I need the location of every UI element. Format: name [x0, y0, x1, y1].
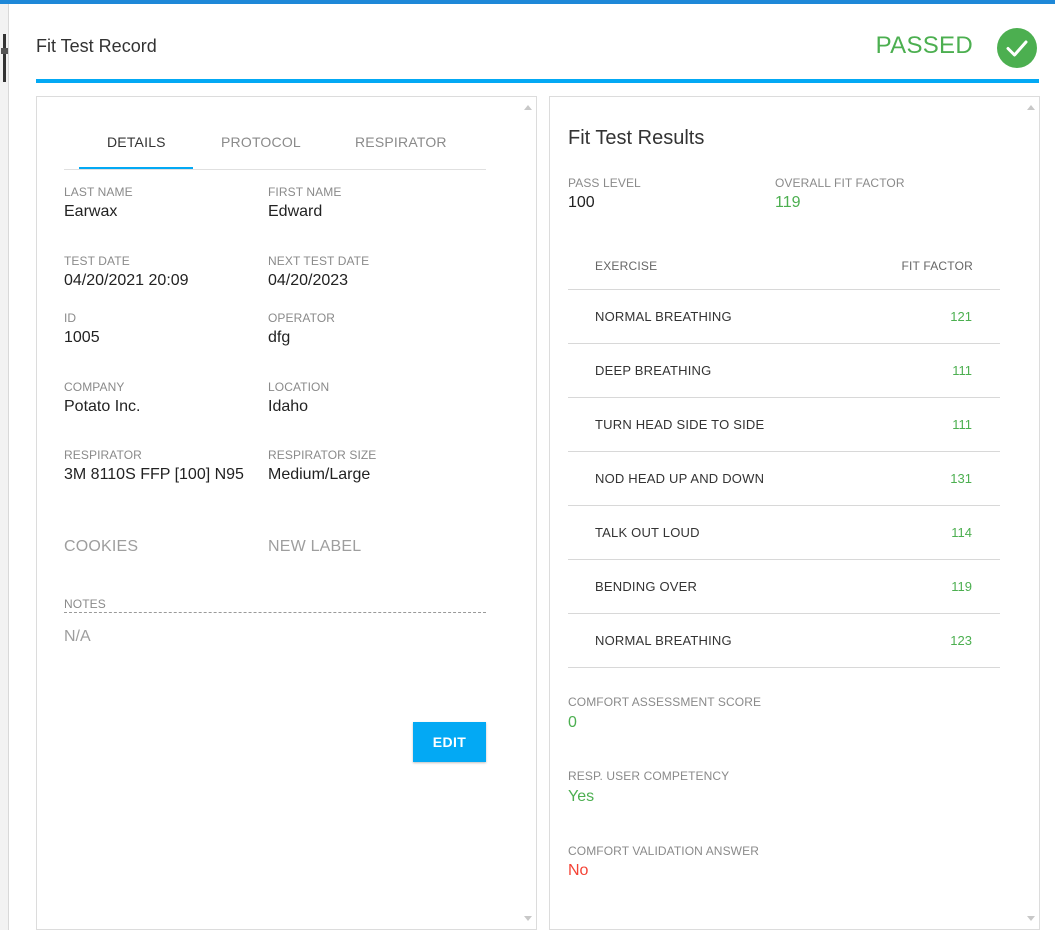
exercise-fit-factor: 114: [951, 525, 972, 540]
company-label: COMPANY: [64, 380, 125, 394]
location-value: Idaho: [268, 398, 309, 415]
next-test-date-value: 04/20/2023: [268, 272, 349, 289]
overall-fit-factor-value: 119: [775, 194, 801, 211]
first-name-value: Edward: [268, 203, 323, 220]
respirator-label: RESPIRATOR: [64, 448, 142, 462]
user-competency-value: Yes: [568, 788, 595, 805]
last-name-value: Earwax: [64, 203, 118, 220]
results-panel: [549, 96, 1040, 930]
exercise-name: TURN HEAD SIDE TO SIDE: [595, 417, 765, 432]
respirator-size-value: Medium/Large: [268, 466, 371, 483]
exercise-fit-factor: 119: [951, 579, 972, 594]
table-header-divider: [568, 289, 1000, 290]
row-divider: [568, 451, 1000, 452]
notes-underline: [64, 612, 486, 613]
scroll-down-arrow-icon[interactable]: [1027, 916, 1035, 921]
exercise-fit-factor: 131: [950, 471, 972, 486]
results-scrollbar[interactable]: [1023, 97, 1039, 929]
test-date-label: TEST DATE: [64, 254, 130, 268]
details-panel: [36, 96, 537, 930]
top-accent-bar: [0, 0, 1055, 4]
user-competency-label: RESP. USER COMPETENCY: [568, 769, 730, 783]
row-divider: [568, 397, 1000, 398]
exercise-name: NOD HEAD UP AND DOWN: [595, 471, 765, 486]
scroll-down-arrow-icon[interactable]: [524, 916, 532, 921]
overall-fit-factor-label: OVERALL FIT FACTOR: [775, 176, 905, 190]
left-edge-marker: [3, 34, 6, 82]
respirator-size-label: RESPIRATOR SIZE: [268, 448, 377, 462]
details-scrollbar[interactable]: [520, 97, 536, 929]
scroll-up-arrow-icon[interactable]: [524, 105, 532, 110]
pass-level-value: 100: [568, 194, 595, 211]
new-label: NEW LABEL: [268, 538, 362, 555]
pass-level-label: PASS LEVEL: [568, 176, 641, 190]
respirator-value: 3M 8110S FFP [100] N95: [64, 466, 244, 483]
notes-value[interactable]: N/A: [64, 628, 91, 646]
notes-label: NOTES: [64, 597, 106, 611]
status-text: PASSED: [875, 32, 973, 59]
comfort-validation-value: No: [568, 862, 589, 879]
header-divider: [36, 79, 1039, 83]
first-name-label: FIRST NAME: [268, 185, 342, 199]
exercise-name: DEEP BREATHING: [595, 363, 712, 378]
operator-value: dfg: [268, 329, 291, 346]
comfort-score-value: 0: [568, 714, 577, 731]
exercise-fit-factor: 121: [950, 309, 972, 324]
row-divider: [568, 343, 1000, 344]
tab-details[interactable]: DETAILS: [107, 134, 166, 150]
tab-respirator[interactable]: RESPIRATOR: [355, 134, 447, 150]
exercise-name: NORMAL BREATHING: [595, 309, 732, 324]
operator-label: OPERATOR: [268, 311, 336, 325]
id-value: 1005: [64, 329, 100, 346]
row-divider: [568, 559, 1000, 560]
left-edge-strip: [0, 4, 9, 930]
exercise-fit-factor: 111: [952, 417, 972, 432]
scroll-up-arrow-icon[interactable]: [1027, 105, 1035, 110]
next-test-date-label: NEXT TEST DATE: [268, 254, 370, 268]
last-name-label: LAST NAME: [64, 185, 133, 199]
exercise-name: NORMAL BREATHING: [595, 633, 732, 648]
comfort-score-label: COMFORT ASSESSMENT SCORE: [568, 695, 762, 709]
left-edge-marker-notch: [1, 48, 8, 54]
location-label: LOCATION: [268, 380, 330, 394]
cookies-label: COOKIES: [64, 538, 139, 555]
check-circle-icon: [997, 28, 1037, 68]
tab-protocol[interactable]: PROTOCOL: [221, 134, 301, 150]
exercise-name: TALK OUT LOUD: [595, 525, 700, 540]
row-divider: [568, 505, 1000, 506]
comfort-validation-label: COMFORT VALIDATION ANSWER: [568, 844, 759, 858]
exercise-fit-factor: 123: [950, 633, 972, 648]
fit-factor-column-header: FIT FACTOR: [901, 259, 973, 273]
row-divider: [568, 613, 1000, 614]
exercise-name: BENDING OVER: [595, 579, 698, 594]
row-divider: [568, 667, 1000, 668]
edit-button[interactable]: EDIT: [413, 722, 486, 762]
page-title: Fit Test Record: [36, 36, 157, 56]
exercise-fit-factor: 111: [952, 363, 972, 378]
exercise-column-header: EXERCISE: [595, 259, 658, 273]
tab-divider: [64, 169, 486, 170]
results-title: Fit Test Results: [568, 127, 705, 149]
id-label: ID: [64, 311, 77, 325]
test-date-value: 04/20/2021 20:09: [64, 272, 189, 289]
company-value: Potato Inc.: [64, 398, 141, 415]
